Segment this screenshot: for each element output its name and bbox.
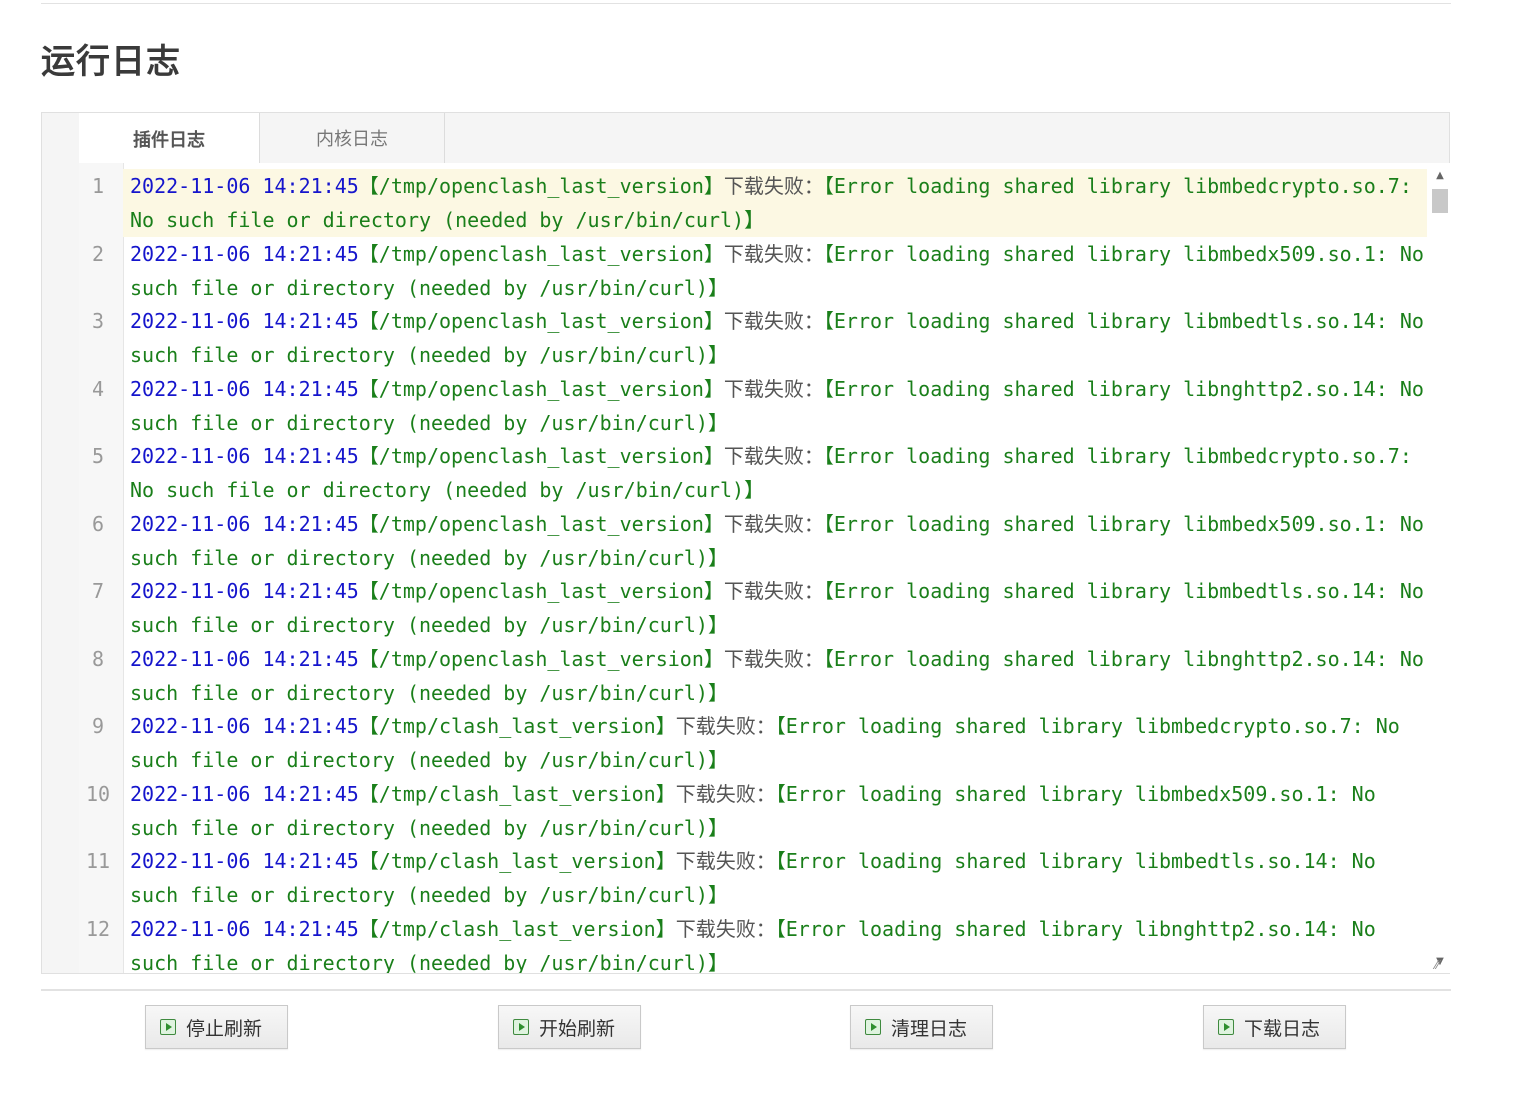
clear-log-button[interactable]: 清理日志 (850, 1005, 993, 1049)
start-refresh-label: 开始刷新 (539, 1017, 616, 1040)
log-status: 下载失败： (675, 714, 776, 738)
clear-log-label: 清理日志 (891, 1017, 968, 1040)
download-log-label: 下载日志 (1244, 1017, 1321, 1040)
log-path: 【/tmp/openclash_last_version】 (358, 376, 724, 401)
log-timestamp: 2022-11-06 14:21:45 (130, 444, 359, 468)
log-status: 下载失败： (675, 781, 776, 806)
log-path: 【/tmp/clash_last_version】 (358, 849, 676, 873)
log-line: 1 2022-11-06 14:21:45【/tmp/openclash_last… (79, 169, 1427, 237)
line-number: 11 (85, 849, 111, 873)
scroll-up-arrow-icon[interactable]: ▲ (1433, 169, 1447, 183)
log-line: 3 2022-11-06 14:21:45【/tmp/openclash_last… (79, 304, 1427, 372)
log-text: 2022-11-06 14:21:45【/tmp/clash_last_vers… (123, 709, 1427, 777)
log-line: 6 2022-11-06 14:21:45【/tmp/openclash_last… (79, 507, 1427, 575)
log-path: 【/tmp/openclash_last_version】 (358, 174, 724, 198)
log-text: 2022-11-06 14:21:45【/tmp/clash_last_vers… (123, 912, 1427, 974)
tab-plugin-log[interactable]: 插件日志 (79, 113, 260, 164)
log-line: 8 2022-11-06 14:21:45【/tmp/openclash_last… (79, 642, 1427, 710)
line-number: 2 (91, 241, 105, 266)
play-icon (1218, 1019, 1234, 1035)
line-number: 5 (91, 444, 105, 468)
line-number: 10 (85, 781, 111, 806)
log-lines: 1 2022-11-06 14:21:45【/tmp/openclash_last… (79, 169, 1427, 973)
log-line: 9 2022-11-06 14:21:45【/tmp/clash_last_ver… (79, 709, 1427, 777)
log-status: 下载失败： (723, 444, 824, 468)
log-path: 【/tmp/openclash_last_version】 (358, 241, 724, 266)
vertical-scrollbar[interactable]: ▲ ▼ (1429, 163, 1451, 973)
log-timestamp: 2022-11-06 14:21:45 (130, 849, 359, 873)
log-path: 【/tmp/openclash_last_version】 (358, 511, 724, 536)
resize-handle-icon[interactable]: ⁄⁄ (1435, 959, 1449, 971)
log-line: 2 2022-11-06 14:21:45【/tmp/openclash_last… (79, 237, 1427, 305)
log-status: 下载失败： (675, 916, 776, 941)
line-number: 4 (91, 376, 105, 401)
log-text: 2022-11-06 14:21:45【/tmp/openclash_last_… (123, 642, 1427, 710)
log-line: 4 2022-11-06 14:21:45【/tmp/openclash_last… (79, 372, 1427, 440)
line-number: 1 (91, 174, 105, 198)
log-path: 【/tmp/openclash_last_version】 (358, 579, 724, 603)
log-text: 2022-11-06 14:21:45【/tmp/openclash_last_… (123, 169, 1427, 237)
log-timestamp: 2022-11-06 14:21:45 (130, 376, 359, 401)
log-status: 下载失败： (723, 309, 824, 333)
log-timestamp: 2022-11-06 14:21:45 (130, 241, 359, 266)
log-status: 下载失败： (723, 174, 824, 198)
top-divider (41, 3, 1451, 4)
log-status: 下载失败： (723, 579, 824, 603)
log-line: 10 2022-11-06 14:21:45【/tmp/clash_last_ve… (79, 777, 1427, 845)
log-tabs: 插件日志 内核日志 (79, 113, 445, 164)
tab-core-log[interactable]: 内核日志 (260, 113, 445, 163)
line-number: 7 (91, 579, 105, 603)
log-path: 【/tmp/clash_last_version】 (358, 916, 676, 941)
log-line: 7 2022-11-06 14:21:45【/tmp/openclash_last… (79, 574, 1427, 642)
start-refresh-button[interactable]: 开始刷新 (498, 1005, 641, 1049)
log-text: 2022-11-06 14:21:45【/tmp/openclash_last_… (123, 439, 1427, 507)
log-timestamp: 2022-11-06 14:21:45 (130, 309, 359, 333)
log-timestamp: 2022-11-06 14:21:45 (130, 916, 359, 941)
log-timestamp: 2022-11-06 14:21:45 (130, 579, 359, 603)
log-text: 2022-11-06 14:21:45【/tmp/openclash_last_… (123, 304, 1427, 372)
log-timestamp: 2022-11-06 14:21:45 (130, 511, 359, 536)
log-line: 5 2022-11-06 14:21:45【/tmp/openclash_last… (79, 439, 1427, 507)
log-text: 2022-11-06 14:21:45【/tmp/openclash_last_… (123, 372, 1427, 440)
log-status: 下载失败： (675, 849, 776, 873)
log-status: 下载失败： (723, 646, 824, 671)
line-number: 12 (85, 916, 111, 941)
download-log-button[interactable]: 下载日志 (1203, 1005, 1346, 1049)
scrollbar-thumb[interactable] (1432, 189, 1448, 213)
line-number: 3 (91, 309, 105, 333)
log-line: 11 2022-11-06 14:21:45【/tmp/clash_last_ve… (79, 844, 1427, 912)
bottom-divider (41, 989, 1451, 991)
log-text: 2022-11-06 14:21:45【/tmp/clash_last_vers… (123, 844, 1427, 912)
log-timestamp: 2022-11-06 14:21:45 (130, 646, 359, 671)
log-timestamp: 2022-11-06 14:21:45 (130, 174, 359, 198)
log-timestamp: 2022-11-06 14:21:45 (130, 781, 359, 806)
line-number: 8 (91, 646, 105, 671)
log-text: 2022-11-06 14:21:45【/tmp/clash_last_vers… (123, 777, 1427, 845)
log-timestamp: 2022-11-06 14:21:45 (130, 714, 359, 738)
play-icon (513, 1019, 529, 1035)
stop-refresh-button[interactable]: 停止刷新 (145, 1005, 288, 1049)
play-icon (865, 1019, 881, 1035)
log-text: 2022-11-06 14:21:45【/tmp/openclash_last_… (123, 237, 1427, 305)
log-path: 【/tmp/clash_last_version】 (358, 781, 676, 806)
page-title: 运行日志 (41, 42, 181, 82)
line-number: 9 (91, 714, 105, 738)
log-status: 下载失败： (723, 241, 824, 266)
log-path: 【/tmp/openclash_last_version】 (358, 309, 724, 333)
log-panel: 插件日志 内核日志 1 2022-11-06 14:21:45【/tmp/open… (41, 112, 1451, 974)
stop-refresh-label: 停止刷新 (186, 1017, 263, 1040)
line-number: 6 (91, 511, 105, 536)
play-icon (160, 1019, 176, 1035)
log-status: 下载失败： (723, 511, 824, 536)
log-path: 【/tmp/openclash_last_version】 (358, 444, 724, 468)
log-text: 2022-11-06 14:21:45【/tmp/openclash_last_… (123, 507, 1427, 575)
log-status: 下载失败： (723, 376, 824, 401)
log-editor[interactable]: 1 2022-11-06 14:21:45【/tmp/openclash_last… (79, 163, 1451, 973)
log-line: 12 2022-11-06 14:21:45【/tmp/clash_last_ve… (79, 912, 1427, 974)
log-text: 2022-11-06 14:21:45【/tmp/openclash_last_… (123, 574, 1427, 642)
log-path: 【/tmp/clash_last_version】 (358, 714, 676, 738)
log-path: 【/tmp/openclash_last_version】 (358, 646, 724, 671)
